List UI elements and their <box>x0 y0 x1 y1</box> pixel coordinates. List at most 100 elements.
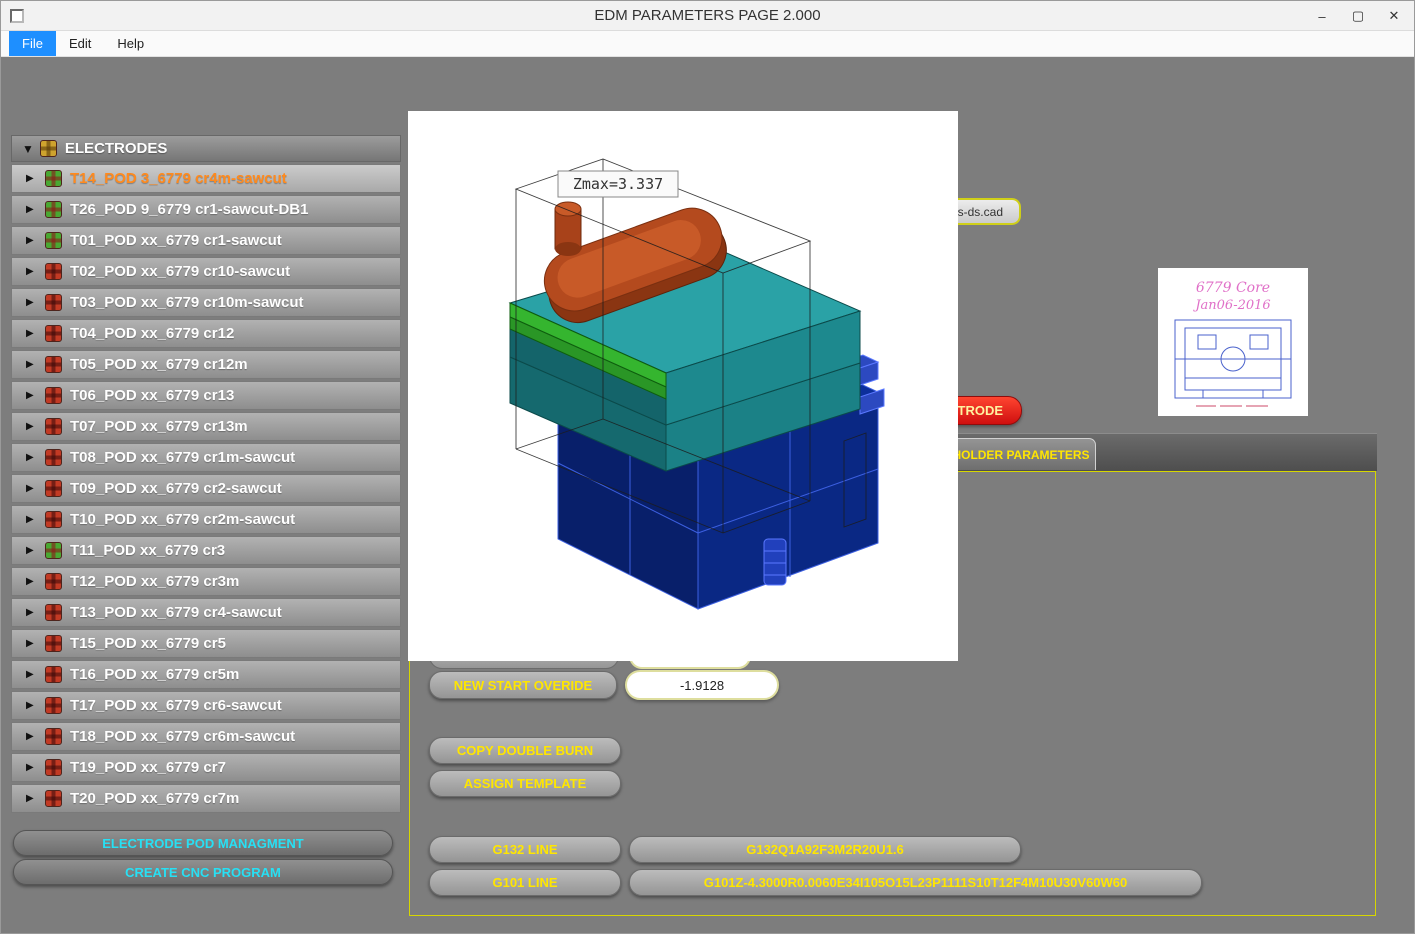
electrode-item[interactable]: ▶ T07_POD xx_6779 cr13m <box>11 412 401 441</box>
window-title: EDM PARAMETERS PAGE 2.000 <box>594 7 821 24</box>
expand-arrow-icon[interactable]: ▶ <box>26 576 39 587</box>
expand-arrow-icon[interactable]: ▶ <box>26 793 39 804</box>
core-drawing-image: 6779 Core Jan06-2016 <box>1158 268 1308 416</box>
thumbnail-title-line2: Jan06-2016 <box>1192 298 1270 313</box>
electrode-item[interactable]: ▶ T18_POD xx_6779 cr6m-sawcut <box>11 722 401 751</box>
pod-icon <box>45 418 62 435</box>
expand-arrow-icon[interactable]: ▶ <box>26 452 39 463</box>
pod-icon <box>45 759 62 776</box>
electrode-item[interactable]: ▶ T26_POD 9_6779 cr1-sawcut-DB1 <box>11 195 401 224</box>
collapse-arrow-icon[interactable]: ▼ <box>22 142 34 156</box>
expand-arrow-icon[interactable]: ▶ <box>26 204 39 215</box>
electrode-item[interactable]: ▶ T10_POD xx_6779 cr2m-sawcut <box>11 505 401 534</box>
expand-arrow-icon[interactable]: ▶ <box>26 297 39 308</box>
expand-arrow-icon[interactable]: ▶ <box>26 669 39 680</box>
pod-icon <box>45 604 62 621</box>
electrode-label: T04_POD xx_6779 cr12 <box>70 325 235 342</box>
expand-arrow-icon[interactable]: ▶ <box>26 545 39 556</box>
close-button[interactable]: ✕ <box>1376 1 1412 31</box>
electrode-item[interactable]: ▶ T11_POD xx_6779 cr3 <box>11 536 401 565</box>
electrode-label: T14_POD 3_6779 cr4m-sawcut <box>70 170 287 187</box>
electrode-pod-management-button[interactable]: ELECTRODE POD MANAGMENT <box>13 830 393 856</box>
new-start-overide-input[interactable] <box>625 670 779 700</box>
zmax-annotation-box: Zmax=3.337 <box>557 170 679 198</box>
electrode-label: T10_POD xx_6779 cr2m-sawcut <box>70 511 296 528</box>
expand-arrow-icon[interactable]: ▶ <box>26 483 39 494</box>
expand-arrow-icon[interactable]: ▶ <box>26 700 39 711</box>
electrode-item[interactable]: ▶ T01_POD xx_6779 cr1-sawcut <box>11 226 401 255</box>
electrode-item[interactable]: ▶ T09_POD xx_6779 cr2-sawcut <box>11 474 401 503</box>
electrode-item[interactable]: ▶ T12_POD xx_6779 cr3m <box>11 567 401 596</box>
expand-arrow-icon[interactable]: ▶ <box>26 235 39 246</box>
expand-arrow-icon[interactable]: ▶ <box>26 607 39 618</box>
g132-line-button[interactable]: G132 LINE <box>429 836 621 863</box>
electrode-list: ▶ T14_POD 3_6779 cr4m-sawcut ▶ T26_POD 9_67… <box>11 164 401 815</box>
g101-value-field[interactable]: G101Z-4.3000R0.0060E34I105O15L23P1111S10… <box>629 869 1202 896</box>
pod-icon <box>45 356 62 373</box>
menu-item-help[interactable]: Help <box>104 31 157 56</box>
electrode-item[interactable]: ▶ T05_POD xx_6779 cr12m <box>11 350 401 379</box>
maximize-button[interactable]: ▢ <box>1340 1 1376 31</box>
core-drawing-thumbnail[interactable]: 6779 Core Jan06-2016 <box>1158 268 1308 416</box>
thumbnail-title-line1: 6779 Core <box>1196 280 1270 296</box>
electrode-item[interactable]: ▶ T16_POD xx_6779 cr5m <box>11 660 401 689</box>
pod-icon <box>45 697 62 714</box>
electrode-item[interactable]: ▶ T03_POD xx_6779 cr10m-sawcut <box>11 288 401 317</box>
menu-item-edit[interactable]: Edit <box>56 31 104 56</box>
electrodes-tree-header[interactable]: ▼ ELECTRODES <box>11 135 401 162</box>
electrode-item[interactable]: ▶ T15_POD xx_6779 cr5 <box>11 629 401 658</box>
electrode-label: T13_POD xx_6779 cr4-sawcut <box>70 604 282 621</box>
electrode-item[interactable]: ▶ T17_POD xx_6779 cr6-sawcut <box>11 691 401 720</box>
electrode-label: T26_POD 9_6779 cr1-sawcut-DB1 <box>70 201 309 218</box>
electrode-item[interactable]: ▶ T04_POD xx_6779 cr12 <box>11 319 401 348</box>
new-start-overide-button[interactable]: NEW START OVERIDE <box>429 671 617 699</box>
electrode-label: T05_POD xx_6779 cr12m <box>70 356 248 373</box>
expand-arrow-icon[interactable]: ▶ <box>26 390 39 401</box>
electrode-label: T06_POD xx_6779 cr13 <box>70 387 235 404</box>
pod-icon <box>45 790 62 807</box>
electrode-label: T03_POD xx_6779 cr10m-sawcut <box>70 294 304 311</box>
electrodes-group-icon <box>39 140 57 157</box>
pod-icon <box>45 666 62 683</box>
electrode-label: T15_POD xx_6779 cr5 <box>70 635 226 652</box>
electrodes-header-label: ELECTRODES <box>64 140 168 157</box>
electrode-item[interactable]: ▶ T13_POD xx_6779 cr4-sawcut <box>11 598 401 627</box>
electrode-label: T08_POD xx_6779 cr1m-sawcut <box>70 449 296 466</box>
expand-arrow-icon[interactable]: ▶ <box>26 359 39 370</box>
expand-arrow-icon[interactable]: ▶ <box>26 266 39 277</box>
electrode-label: T18_POD xx_6779 cr6m-sawcut <box>70 728 296 745</box>
pod-icon <box>45 511 62 528</box>
g101-line-button[interactable]: G101 LINE <box>429 869 621 896</box>
titlebar: EDM PARAMETERS PAGE 2.000 – ▢ ✕ <box>1 1 1414 31</box>
electrode-item[interactable]: ▶ T06_POD xx_6779 cr13 <box>11 381 401 410</box>
cad-viewport[interactable]: Zmax=3.337 <box>408 111 958 661</box>
electrode-item[interactable]: ▶ T19_POD xx_6779 cr7 <box>11 753 401 782</box>
electrode-label: T17_POD xx_6779 cr6-sawcut <box>70 697 282 714</box>
pod-icon <box>45 170 62 187</box>
expand-arrow-icon[interactable]: ▶ <box>26 421 39 432</box>
pod-icon <box>45 232 62 249</box>
electrode-label: T11_POD xx_6779 cr3 <box>70 542 226 559</box>
menu-item-file[interactable]: File <box>9 31 56 56</box>
g132-value-field[interactable]: G132Q1A92F3M2R20U1.6 <box>629 836 1021 863</box>
copy-double-burn-button[interactable]: COPY DOUBLE BURN <box>429 737 621 764</box>
expand-arrow-icon[interactable]: ▶ <box>26 514 39 525</box>
expand-arrow-icon[interactable]: ▶ <box>26 638 39 649</box>
electrode-item[interactable]: ▶ T20_POD xx_6779 cr7m <box>11 784 401 813</box>
create-cnc-program-button[interactable]: CREATE CNC PROGRAM <box>13 859 393 885</box>
tab-holder-parameters[interactable]: HOLDER PARAMETERS <box>946 438 1096 470</box>
assign-template-button[interactable]: ASSIGN TEMPLATE <box>429 770 621 797</box>
minimize-button[interactable]: – <box>1304 1 1340 31</box>
pod-icon <box>45 387 62 404</box>
electrode-item[interactable]: ▶ T08_POD xx_6779 cr1m-sawcut <box>11 443 401 472</box>
electrode-label: T07_POD xx_6779 cr13m <box>70 418 248 435</box>
expand-arrow-icon[interactable]: ▶ <box>26 328 39 339</box>
electrode-label: T19_POD xx_6779 cr7 <box>70 759 226 776</box>
expand-arrow-icon[interactable]: ▶ <box>26 762 39 773</box>
electrode-label: T09_POD xx_6779 cr2-sawcut <box>70 480 282 497</box>
electrode-item[interactable]: ▶ T14_POD 3_6779 cr4m-sawcut <box>11 164 401 193</box>
bottom-cylinder <box>763 538 787 586</box>
electrode-item[interactable]: ▶ T02_POD xx_6779 cr10-sawcut <box>11 257 401 286</box>
expand-arrow-icon[interactable]: ▶ <box>26 173 39 184</box>
expand-arrow-icon[interactable]: ▶ <box>26 731 39 742</box>
